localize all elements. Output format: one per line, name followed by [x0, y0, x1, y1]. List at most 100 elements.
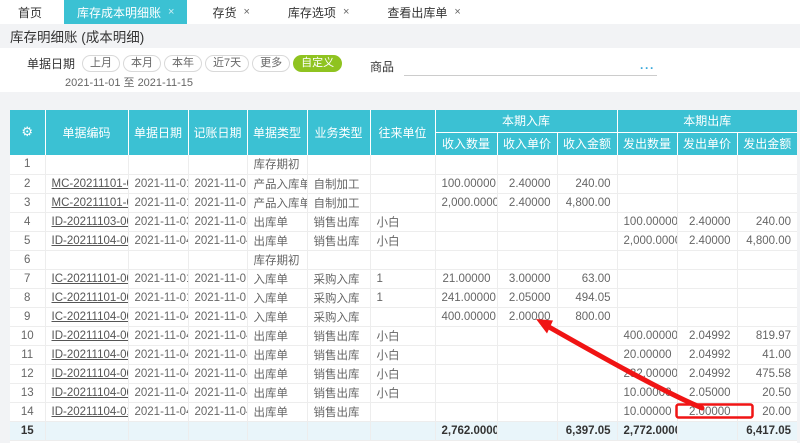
- cell-biz-type: 自制加工: [307, 193, 370, 212]
- cell-out-qty: [617, 250, 677, 269]
- tab-stock[interactable]: 存货 ×: [199, 0, 262, 24]
- cell-partner: 1: [370, 269, 435, 288]
- cell-in-amount: [557, 345, 617, 364]
- table-header: ⚙ 单据编码 单据日期 记账日期 单据类型 业务类型 往来单位 本期入库 本期出…: [10, 110, 797, 155]
- range-this-month-button[interactable]: 本月: [123, 55, 161, 72]
- cell-posting-date: 2021-11-04: [188, 345, 247, 364]
- cell-out-amount: 819.97: [737, 326, 797, 345]
- doc-code-link[interactable]: ID-20211104-001: [52, 235, 129, 247]
- cell-doc-code: ID-20211104-005: [45, 345, 128, 364]
- tab-view-outbound-order[interactable]: 查看出库单 ×: [374, 0, 473, 24]
- cell-out-price: [677, 250, 737, 269]
- gear-icon[interactable]: ⚙: [21, 125, 33, 140]
- cell-out-amount: 20.00: [737, 402, 797, 421]
- column-settings-button[interactable]: ⚙: [10, 110, 45, 155]
- col-header-in-amount: 收入金额: [557, 132, 617, 155]
- cell-in-amount: 63.00: [557, 269, 617, 288]
- col-header-doc-type: 单据类型: [247, 110, 307, 155]
- cell-in-qty: 21.00000: [435, 269, 497, 288]
- tab-home[interactable]: 首页: [8, 0, 52, 24]
- doc-code-link[interactable]: IC-20211101-001: [52, 273, 129, 285]
- cell-row-number: 14: [10, 402, 45, 421]
- cell-out-qty: 2,000.00000: [617, 231, 677, 250]
- cell-partner: 小白: [370, 231, 435, 250]
- doc-code-link[interactable]: IC-20211101-002: [52, 292, 129, 304]
- col-group-inbound: 本期入库: [435, 110, 617, 132]
- cell-out-qty: 20.00000: [617, 345, 677, 364]
- date-range-value[interactable]: 2021-11-01 至 2021-11-15: [65, 74, 345, 90]
- doc-code-link[interactable]: ID-20211104-005: [52, 349, 129, 361]
- range-last-7-days-button[interactable]: 近7天: [205, 55, 249, 72]
- doc-code-link[interactable]: ID-20211103-005: [52, 216, 129, 228]
- doc-code-link[interactable]: ID-20211104-006: [52, 368, 129, 380]
- close-icon[interactable]: ×: [243, 7, 249, 18]
- cell-out-amount: 6,417.05: [737, 421, 797, 440]
- cell-in-price: [497, 231, 557, 250]
- cell-doc-code: [45, 250, 128, 269]
- cell-doc-type: 出库单: [247, 231, 307, 250]
- cell-in-price: 2.40000: [497, 174, 557, 193]
- cell-out-price: 2.40000: [677, 231, 737, 250]
- cell-doc-type: 库存期初: [247, 155, 307, 174]
- col-header-in-qty: 收入数量: [435, 132, 497, 155]
- cell-in-qty: [435, 250, 497, 269]
- doc-code-link[interactable]: ID-20211104-009: [52, 387, 129, 399]
- cell-out-price: 2.04992: [677, 364, 737, 383]
- cell-biz-type: 销售出库: [307, 383, 370, 402]
- cell-row-number: 5: [10, 231, 45, 250]
- cell-doc-code: [45, 155, 128, 174]
- close-icon[interactable]: ×: [168, 7, 174, 18]
- doc-code-link[interactable]: ID-20211104-011: [52, 406, 129, 418]
- cell-out-price: [677, 174, 737, 193]
- cell-out-amount: [737, 250, 797, 269]
- cell-out-amount: [737, 155, 797, 174]
- cell-doc-code: ID-20211104-004: [45, 326, 128, 345]
- doc-code-link[interactable]: ID-20211104-004: [52, 330, 129, 342]
- tab-inventory-cost-ledger[interactable]: 库存成本明细账 ×: [64, 0, 187, 24]
- cell-doc-code: IC-20211101-001: [45, 269, 128, 288]
- cell-doc-date: 2021-11-01: [128, 269, 188, 288]
- cell-out-amount: [737, 174, 797, 193]
- cell-in-qty: [435, 231, 497, 250]
- doc-code-link[interactable]: MC-20211101-001: [52, 178, 129, 190]
- doc-code-link[interactable]: MC-20211101-002: [52, 197, 129, 209]
- cell-doc-date: 2021-11-04: [128, 345, 188, 364]
- table-row: 2MC-20211101-0012021-11-012021-11-01产品入库…: [10, 174, 797, 193]
- cell-posting-date: [188, 421, 247, 440]
- cell-in-amount: 800.00: [557, 307, 617, 326]
- close-icon[interactable]: ×: [343, 7, 349, 18]
- range-this-year-button[interactable]: 本年: [164, 55, 202, 72]
- range-last-month-button[interactable]: 上月: [82, 55, 120, 72]
- close-icon[interactable]: ×: [454, 7, 460, 18]
- table-body: 1库存期初2MC-20211101-0012021-11-012021-11-0…: [10, 155, 797, 440]
- col-header-doc-code: 单据编码: [45, 110, 128, 155]
- cell-in-price: 2.00000: [497, 307, 557, 326]
- tab-inventory-options[interactable]: 库存选项 ×: [275, 0, 362, 24]
- cell-in-qty: 400.00000: [435, 307, 497, 326]
- cell-row-number: 2: [10, 174, 45, 193]
- cell-doc-date: 2021-11-04: [128, 326, 188, 345]
- cell-doc-date: 2021-11-01: [128, 288, 188, 307]
- cell-biz-type: [307, 250, 370, 269]
- product-input[interactable]: [404, 57, 657, 75]
- cell-out-price: [677, 288, 737, 307]
- summary-row: 152,762.000006,397.052,772.000006,417.05: [10, 421, 797, 440]
- table-row: 14ID-20211104-0112021-11-042021-11-04出库单…: [10, 402, 797, 421]
- cell-posting-date: 2021-11-04: [188, 383, 247, 402]
- cell-out-price: [677, 421, 737, 440]
- cell-posting-date: 2021-11-01: [188, 174, 247, 193]
- cell-out-price: [677, 307, 737, 326]
- doc-code-link[interactable]: IC-20211104-001: [52, 311, 129, 323]
- range-custom-button[interactable]: 自定义: [293, 55, 342, 72]
- cell-in-price: [497, 212, 557, 231]
- cell-in-qty: [435, 383, 497, 402]
- ellipsis-picker-icon[interactable]: ···: [640, 62, 655, 74]
- cell-out-amount: 475.58: [737, 364, 797, 383]
- cell-in-qty: [435, 345, 497, 364]
- cell-posting-date: 2021-11-01: [188, 193, 247, 212]
- cell-partner: [370, 421, 435, 440]
- range-more-button[interactable]: 更多: [252, 55, 290, 72]
- cell-in-amount: 4,800.00: [557, 193, 617, 212]
- cell-doc-code: ID-20211103-005: [45, 212, 128, 231]
- cell-partner: [370, 250, 435, 269]
